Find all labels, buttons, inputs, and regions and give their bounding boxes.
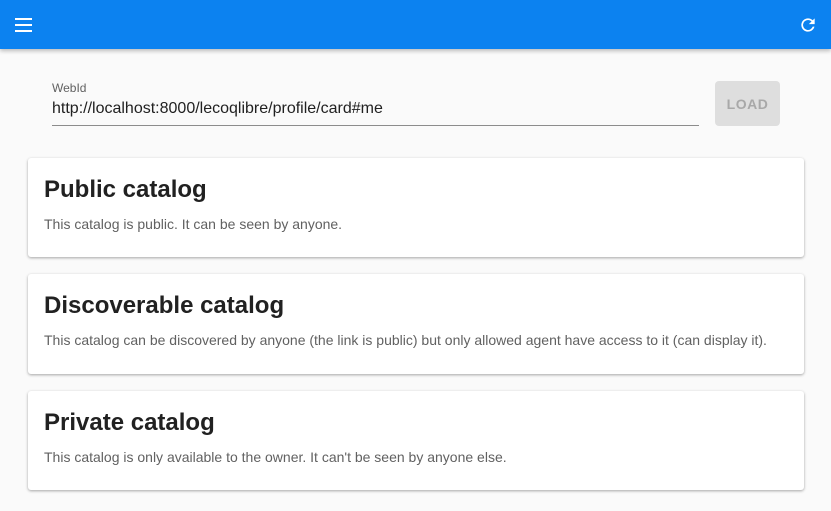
catalog-description: This catalog is public. It can be seen b… [44,216,343,232]
webid-field: WebId [52,79,699,126]
menu-button[interactable] [9,10,39,40]
catalog-title: Discoverable catalog [44,292,285,319]
catalog-description: This catalog can be discovered by anyone… [44,332,767,348]
catalog-card-public[interactable]: Public catalog This catalog is public. I… [28,158,804,257]
main-content: WebId LOAD Public catalog This catalog i… [0,49,831,511]
catalog-card-discoverable[interactable]: Discoverable catalog This catalog can be… [28,274,804,374]
webid-input[interactable] [52,98,699,126]
refresh-button[interactable] [793,10,823,40]
catalog-description: This catalog is only available to the ow… [44,449,507,465]
catalog-title: Private catalog [44,409,215,436]
refresh-icon [801,18,815,32]
catalog-title: Public catalog [44,176,207,203]
menu-icon [15,18,32,32]
load-button[interactable]: LOAD [715,81,780,126]
catalog-card-private[interactable]: Private catalog This catalog is only ava… [28,391,804,490]
app-bar [0,0,831,49]
webid-label: WebId [52,81,87,95]
